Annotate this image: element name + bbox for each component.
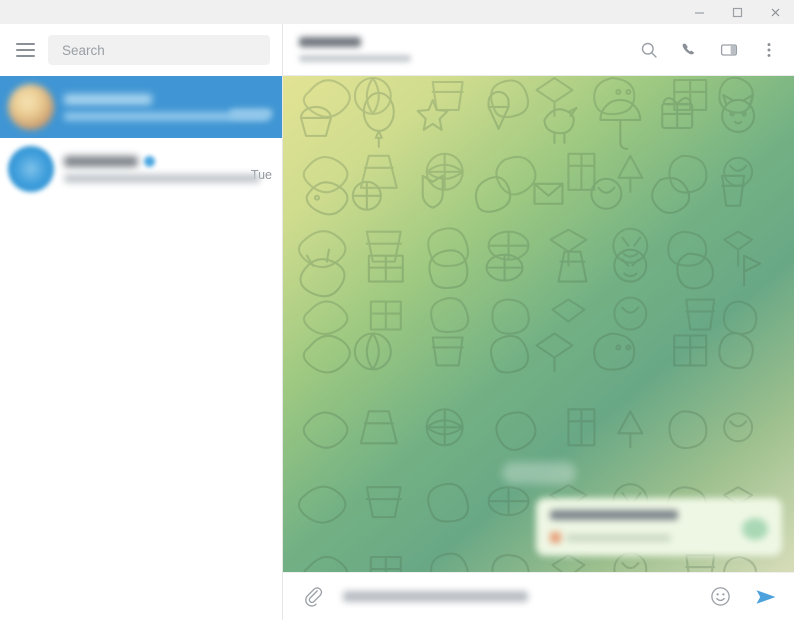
chat-header-actions <box>638 39 780 61</box>
emoji-smiley-icon[interactable] <box>708 585 732 609</box>
paperclip-icon[interactable] <box>301 585 325 609</box>
message-subline <box>550 532 768 543</box>
chat-item-title-row <box>64 155 243 167</box>
message-input-placeholder-redacted <box>343 591 528 602</box>
search-icon[interactable] <box>638 39 660 61</box>
more-vertical-icon[interactable] <box>758 39 780 61</box>
message-secondline-redacted <box>566 533 671 542</box>
chat-item-title-row <box>64 93 222 105</box>
hamburger-menu-icon[interactable] <box>10 35 40 65</box>
chat-panel <box>283 24 794 620</box>
message-scroll-area[interactable] <box>283 76 794 572</box>
chat-header <box>283 24 794 76</box>
message-composer <box>283 572 794 620</box>
window-titlebar <box>0 0 794 24</box>
chat-item-meta: Tue <box>251 138 272 200</box>
chat-item-meta <box>230 76 272 138</box>
chat-list-item-selected[interactable] <box>0 76 282 138</box>
telegram-desktop-window: Tue <box>0 0 794 620</box>
window-close-button[interactable] <box>756 0 794 24</box>
window-minimize-button[interactable] <box>680 0 718 24</box>
main-split: Tue <box>0 24 794 620</box>
chat-item-name-redacted <box>64 155 138 167</box>
chat-title-redacted <box>299 37 361 47</box>
sidebar-panel-icon[interactable] <box>718 39 740 61</box>
send-arrow-icon[interactable] <box>754 585 778 609</box>
message-text-redacted <box>550 510 678 520</box>
chat-subtitle-redacted <box>299 55 411 62</box>
message-input[interactable] <box>325 591 708 602</box>
search-field-container[interactable] <box>48 35 270 65</box>
sidebar-toolbar <box>0 24 282 76</box>
chat-item-time-redacted <box>230 108 272 118</box>
avatar <box>8 84 54 130</box>
chat-title-block[interactable] <box>299 37 638 62</box>
verified-badge-icon <box>144 155 155 167</box>
chat-item-name-redacted <box>64 93 152 105</box>
phone-icon[interactable] <box>678 39 700 61</box>
message-bubble-outgoing[interactable] <box>536 498 782 556</box>
date-separator-redacted <box>501 462 576 484</box>
chat-item-preview-redacted <box>64 173 260 183</box>
window-maximize-button[interactable] <box>718 0 756 24</box>
chat-item-content <box>64 155 260 183</box>
composer-actions <box>708 585 778 609</box>
chat-list-item[interactable]: Tue <box>0 138 282 200</box>
message-row-outgoing[interactable] <box>295 498 782 556</box>
message-icon-redacted <box>550 532 561 543</box>
sidebar: Tue <box>0 24 283 620</box>
chat-item-content <box>64 93 269 121</box>
search-input[interactable] <box>62 42 256 58</box>
date-separator <box>295 462 782 484</box>
avatar <box>8 146 54 192</box>
message-attachment-badge-redacted <box>742 518 768 540</box>
message-list <box>283 76 794 572</box>
chat-list[interactable]: Tue <box>0 76 282 620</box>
